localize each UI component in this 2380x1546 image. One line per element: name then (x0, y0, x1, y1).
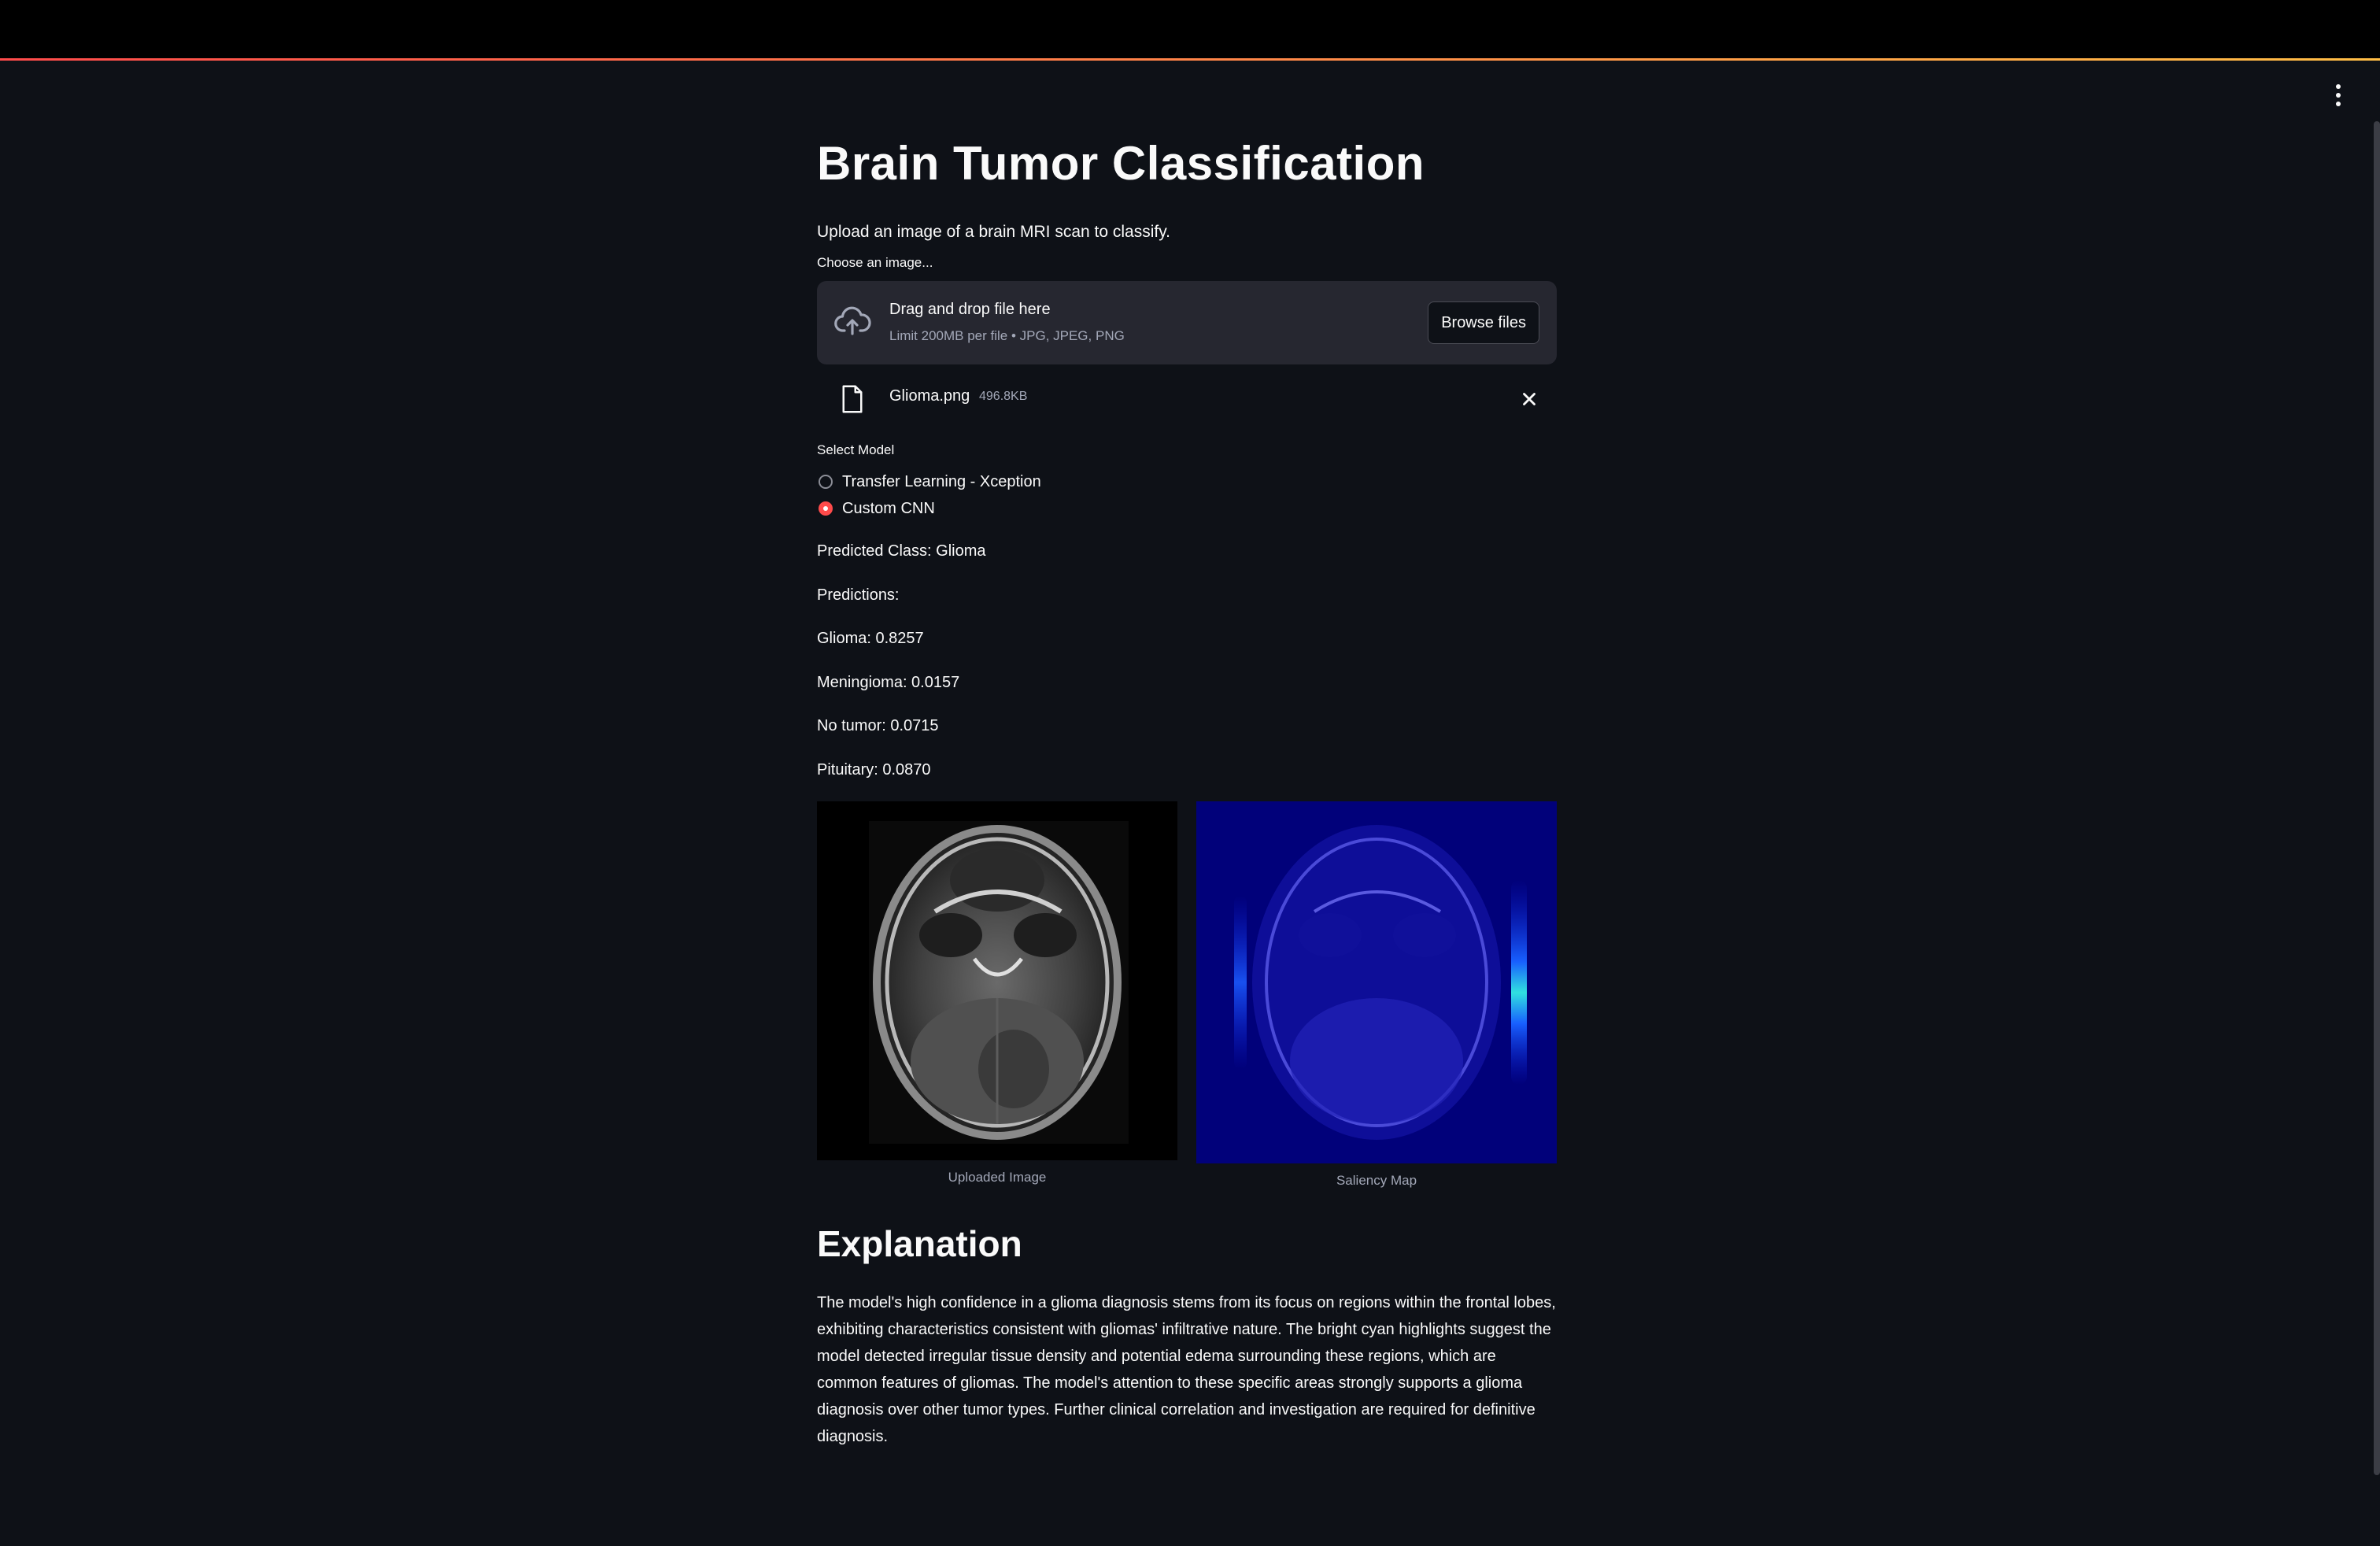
explanation-text: The model's high confidence in a glioma … (817, 1294, 1556, 1445)
prediction-no-tumor: No tumor: 0.0715 (817, 717, 939, 734)
saliency-map-image (1196, 801, 1557, 1163)
saliency-map-caption: Saliency Map (1336, 1173, 1417, 1188)
radio-option-custom-cnn[interactable]: Custom CNN (817, 496, 935, 521)
dropzone-instructions: Drag and drop file here (889, 301, 1051, 318)
prediction-glioma: Glioma: 0.8257 (817, 630, 924, 647)
scrollbar[interactable] (2374, 121, 2380, 1475)
select-model-label: Select Model (817, 442, 895, 457)
prediction-pituitary: Pituitary: 0.0870 (817, 761, 931, 779)
radio-button[interactable] (819, 475, 833, 489)
main-menu-button[interactable] (2328, 82, 2349, 109)
dropzone-limit: Limit 200MB per file • JPG, JPEG, PNG (889, 328, 1125, 343)
file-dropzone[interactable]: Drag and drop file here Limit 200MB per … (817, 281, 1557, 364)
more-vertical-icon (2336, 84, 2341, 89)
explanation-heading: Explanation (817, 1223, 1022, 1264)
uploaded-file-row: Glioma.png 496.8KB (817, 376, 1557, 427)
uploaded-image-caption: Uploaded Image (948, 1170, 1047, 1185)
file-size: 496.8KB (979, 390, 1028, 403)
radio-option-xception[interactable]: Transfer Learning - Xception (817, 469, 1041, 494)
file-icon (842, 385, 863, 413)
browse-files-button[interactable]: Browse files (1428, 301, 1539, 344)
radio-label: Transfer Learning - Xception (842, 472, 1041, 490)
predictions-header: Predictions: (817, 586, 900, 604)
content-area: Choose an image... Drag and drop file he… (817, 126, 1557, 1543)
mri-scan (869, 821, 1129, 1144)
uploaded-image (817, 801, 1177, 1160)
radio-label: Custom CNN (842, 499, 935, 517)
file-name: Glioma.png (889, 387, 970, 405)
prediction-meningioma: Meningioma: 0.0157 (817, 674, 960, 691)
header-decoration-line (0, 58, 2380, 61)
cloud-upload-icon (834, 306, 871, 335)
uploader-label: Choose an image... (817, 255, 933, 270)
close-icon[interactable] (1519, 389, 1539, 409)
saliency-heatmap (1234, 825, 1527, 1140)
predicted-class: Predicted Class: Glioma (817, 542, 986, 560)
radio-button-selected[interactable] (819, 501, 833, 516)
top-header (0, 0, 2380, 58)
